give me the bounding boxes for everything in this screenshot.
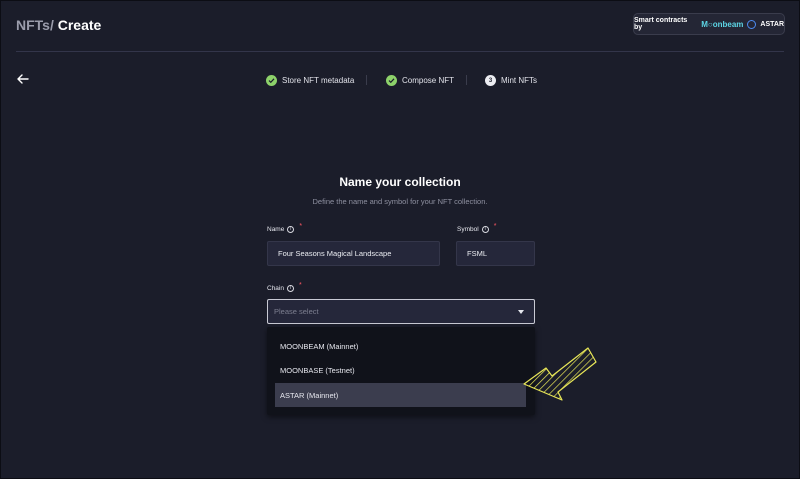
chain-label: Chain i * [267,282,302,292]
step-store-metadata[interactable]: Store NFT metadata [266,74,354,87]
step-separator [466,75,467,85]
step-separator [366,75,367,85]
name-label: Name i * [267,223,303,233]
name-label-text: Name [267,226,285,233]
chain-select[interactable]: Please select [267,299,535,324]
moonbeam-logo: M○onbeam [701,19,744,29]
breadcrumb: NFTs/ Create [16,17,101,33]
form-subtitle: Define the name and symbol for your NFT … [312,197,488,206]
symbol-label-text: Symbol [457,226,479,233]
chain-select-placeholder: Please select [274,307,319,316]
chain-label-text: Chain [267,285,284,292]
symbol-label: Symbol i * [457,223,497,233]
step-label: Mint NFTs [501,76,537,85]
astar-label: ASTAR [760,20,784,28]
name-input-value: Four Seasons Magical Landscape [278,249,392,258]
info-icon[interactable]: i [287,226,295,233]
symbol-input[interactable]: FSML [456,241,535,266]
chain-option-moonbase[interactable]: MOONBASE (Testnet) [275,358,526,382]
required-mark: * [299,223,303,230]
check-icon [266,75,277,86]
step-number-badge: 3 [485,75,496,86]
breadcrumb-parent-link[interactable]: NFTs/ [16,17,54,33]
check-icon [386,75,397,86]
powered-by-label: Smart contracts by [634,17,688,31]
step-label: Store NFT metadata [282,76,355,85]
astar-logo-icon [747,19,757,29]
info-icon[interactable]: i [286,285,294,292]
step-mint-nfts[interactable]: 3 Mint NFTs [485,74,537,87]
required-mark: * [493,223,497,230]
powered-by-badge: Smart contracts by M○onbeam ASTAR [633,13,785,35]
chain-option-astar[interactable]: ASTAR (Mainnet) [275,383,526,407]
step-label: Compose NFT [402,76,455,85]
chain-dropdown-menu: MOONBEAM (Mainnet) MOONBASE (Testnet) AS… [267,327,535,415]
annotation-arrow-icon [523,347,597,401]
page-title: Create [57,17,102,33]
info-icon[interactable]: i [481,226,489,233]
symbol-input-value: FSML [467,249,488,258]
name-input[interactable]: Four Seasons Magical Landscape [267,241,440,266]
step-compose-nft[interactable]: Compose NFT [386,74,454,87]
header-divider [16,51,784,52]
chevron-down-icon [518,310,524,314]
chain-option-moonbeam[interactable]: MOONBEAM (Mainnet) [275,334,526,358]
back-arrow-icon[interactable] [16,72,30,86]
form-title: Name your collection [339,175,461,189]
required-mark: * [298,282,302,289]
